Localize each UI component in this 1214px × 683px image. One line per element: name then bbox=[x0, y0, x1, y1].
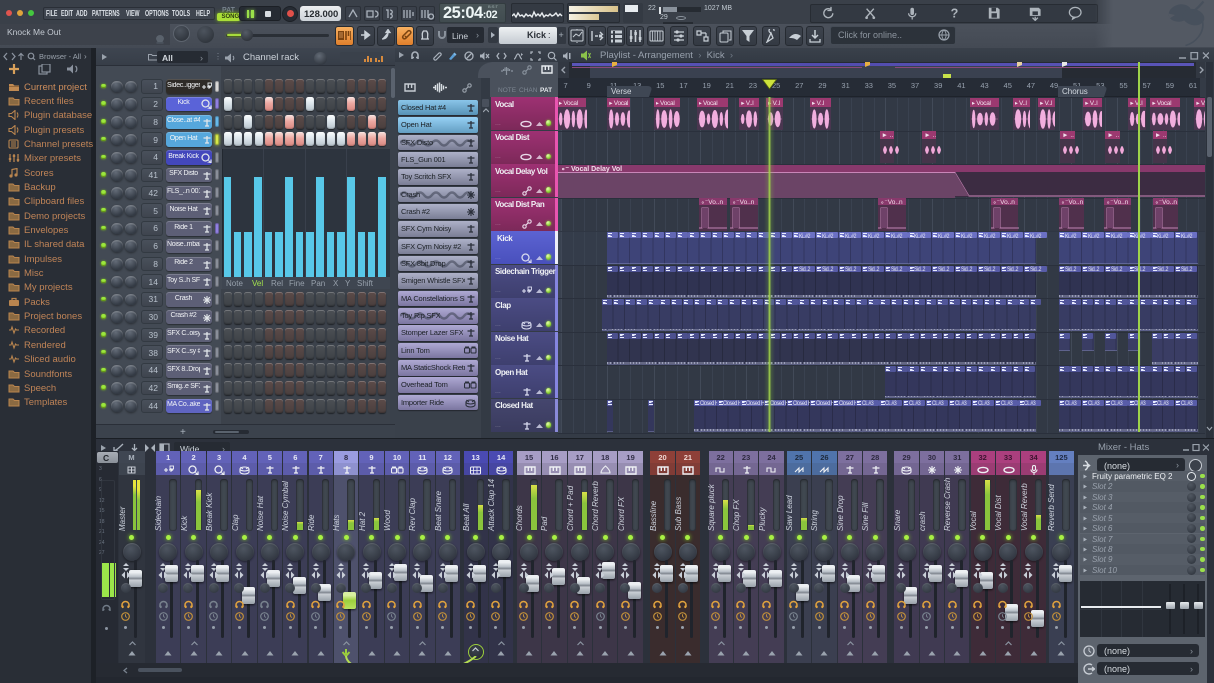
svg-text:?: ? bbox=[951, 6, 959, 20]
